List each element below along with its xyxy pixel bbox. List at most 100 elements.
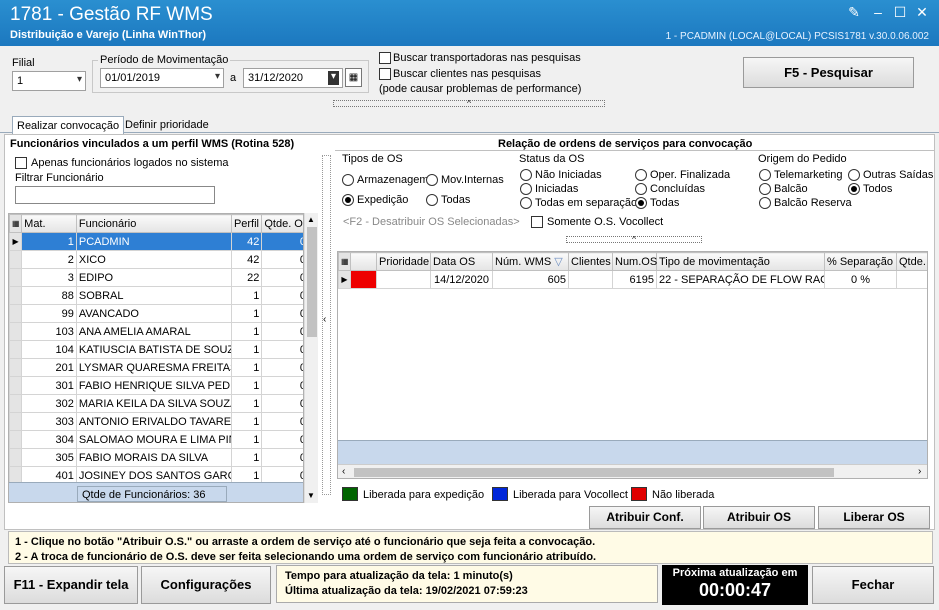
maximize-icon[interactable]: ☐ bbox=[892, 5, 908, 19]
cell-mat: 1 bbox=[21, 232, 77, 251]
chevron-down-icon: ▾ bbox=[76, 74, 82, 85]
filial-select[interactable]: 1 ▾ bbox=[12, 71, 86, 91]
col-perfil[interactable]: Perfil bbox=[230, 214, 263, 233]
cell-mat: 104 bbox=[21, 340, 77, 359]
radio-telemarketing-label: Telemarketing bbox=[774, 169, 843, 181]
table-row[interactable]: 104KATIUSCIA BATISTA DE SOUZA10 bbox=[9, 340, 303, 359]
grid-footer: Qtde de Funcionários: 36 bbox=[9, 482, 303, 502]
chevron-left-icon[interactable]: ‹ bbox=[323, 314, 326, 325]
radio-nao-iniciadas[interactable] bbox=[520, 169, 532, 181]
atribuir-conf-button[interactable]: Atribuir Conf. bbox=[589, 506, 701, 529]
atribuir-os-button[interactable]: Atribuir OS bbox=[703, 506, 815, 529]
filtrar-input[interactable] bbox=[15, 186, 215, 204]
radio-oper-finalizada[interactable] bbox=[635, 169, 647, 181]
col-num-wms[interactable]: Núm. WMS ▽ bbox=[492, 252, 569, 271]
date-to-field[interactable]: 31/12/2020 ▾ bbox=[243, 68, 343, 88]
table-row[interactable]: 305FABIO MORAIS DA SILVA10 bbox=[9, 448, 303, 467]
table-row[interactable]: ▶1PCADMIN420 bbox=[9, 232, 303, 251]
radio-telemarketing[interactable] bbox=[759, 169, 771, 181]
status-color-cell bbox=[350, 270, 377, 289]
radio-todas-tipos[interactable] bbox=[426, 194, 438, 206]
vertical-splitter[interactable]: ‹ bbox=[322, 155, 331, 495]
radio-outras-saidas[interactable] bbox=[848, 169, 860, 181]
table-row[interactable]: 201LYSMAR QUARESMA FREITAS10 bbox=[9, 358, 303, 377]
search-button[interactable]: F5 - Pesquisar bbox=[743, 57, 914, 88]
col-qtde-os[interactable]: Qtde. bbox=[896, 252, 927, 271]
col-tipo-movimentacao[interactable]: Tipo de movimentação bbox=[656, 252, 825, 271]
os-hscroll-thumb[interactable] bbox=[354, 468, 834, 477]
radio-mov-internas-label: Mov.Internas bbox=[441, 174, 504, 186]
radio-todas-status[interactable] bbox=[635, 197, 647, 209]
col-funcionario[interactable]: Funcionário bbox=[75, 214, 232, 233]
col-mat[interactable]: Mat. bbox=[21, 214, 77, 233]
collapse-handle-right[interactable]: ^ bbox=[566, 236, 702, 244]
radio-expedicao[interactable] bbox=[342, 194, 354, 206]
cell-perfil: 1 bbox=[230, 448, 263, 467]
table-row[interactable]: 2XICO420 bbox=[9, 250, 303, 269]
collapse-handle[interactable]: ^ bbox=[333, 100, 605, 108]
expand-screen-button[interactable]: F11 - Expandir tela bbox=[4, 566, 138, 604]
row-indicator-icon bbox=[9, 376, 23, 395]
col-data-os[interactable]: Data OS bbox=[430, 252, 493, 271]
row-indicator-icon bbox=[9, 250, 23, 269]
radio-iniciadas-label: Iniciadas bbox=[535, 183, 579, 195]
col-separacao[interactable]: % Separação bbox=[824, 252, 897, 271]
qtde-funcionarios: Qtde de Funcionários: 36 bbox=[77, 486, 227, 502]
os-grid-footer bbox=[338, 440, 927, 464]
scroll-left-icon[interactable]: ‹ bbox=[342, 466, 345, 477]
transportadoras-checkbox[interactable] bbox=[379, 52, 391, 64]
radio-balcao-reserva[interactable] bbox=[759, 197, 771, 209]
table-row[interactable]: ▶ 14/12/2020 605 6195 22 - SEPARAÇÃO DE … bbox=[338, 270, 927, 289]
table-row[interactable]: 304SALOMAO MOURA E LIMA PINT10 bbox=[9, 430, 303, 449]
col-num-os[interactable]: Num.OS bbox=[612, 252, 657, 271]
session-info: 1 - PCADMIN (LOCAL@LOCAL) PCSIS1781 v.30… bbox=[665, 31, 929, 42]
table-row[interactable]: 88SOBRAL10 bbox=[9, 286, 303, 305]
radio-balcao[interactable] bbox=[759, 183, 771, 195]
logados-checkbox[interactable] bbox=[15, 157, 27, 169]
table-row[interactable]: 3EDIPO220 bbox=[9, 268, 303, 287]
radio-mov-internas[interactable] bbox=[426, 174, 438, 186]
table-row[interactable]: 99AVANCADO10 bbox=[9, 304, 303, 323]
next-refresh-label: Próxima atualização em bbox=[672, 567, 798, 579]
cell-funcionario: LYSMAR QUARESMA FREITAS bbox=[75, 358, 232, 377]
fechar-button[interactable]: Fechar bbox=[812, 566, 934, 604]
col-clientes[interactable]: Clientes bbox=[568, 252, 613, 271]
col-qtde[interactable]: Qtde. O bbox=[261, 214, 303, 233]
edit-icon[interactable]: ✎ bbox=[846, 5, 862, 19]
tab-definir-prioridade[interactable]: Definir prioridade bbox=[121, 116, 213, 134]
radio-iniciadas[interactable] bbox=[520, 183, 532, 195]
configuracoes-button[interactable]: Configurações bbox=[141, 566, 271, 604]
table-row[interactable]: 103ANA AMELIA AMARAL10 bbox=[9, 322, 303, 341]
filtrar-label: Filtrar Funcionário bbox=[15, 172, 104, 184]
table-row[interactable]: 301FABIO HENRIQUE SILVA PEDRI10 bbox=[9, 376, 303, 395]
tab-realizar-convocacao[interactable]: Realizar convocação bbox=[12, 116, 125, 134]
close-icon[interactable]: ✕ bbox=[914, 5, 930, 19]
vocollect-checkbox[interactable] bbox=[531, 216, 543, 228]
date-from-field[interactable]: 01/01/2019 ▾ bbox=[100, 68, 224, 88]
left-scroll-thumb[interactable] bbox=[307, 227, 317, 337]
col-prioridade[interactable]: Prioridade bbox=[376, 252, 431, 271]
cell-funcionario: FABIO HENRIQUE SILVA PEDRI bbox=[75, 376, 232, 395]
clientes-checkbox[interactable] bbox=[379, 68, 391, 80]
radio-nao-iniciadas-label: Não Iniciadas bbox=[535, 169, 602, 181]
info-box: 1 - Clique no botão "Atribuir O.S." ou a… bbox=[8, 531, 933, 564]
scroll-right-icon[interactable]: › bbox=[918, 466, 921, 477]
col-status-color[interactable] bbox=[350, 252, 377, 271]
filter-icon[interactable]: ▽ bbox=[554, 256, 562, 268]
os-hscrollbar[interactable]: ‹ › bbox=[338, 464, 927, 478]
radio-armazenagem[interactable] bbox=[342, 174, 354, 186]
table-row[interactable]: 303ANTONIO ERIVALDO TAVARES10 bbox=[9, 412, 303, 431]
table-row[interactable]: 302MARIA KEILA DA SILVA SOUZA10 bbox=[9, 394, 303, 413]
radio-concluidas[interactable] bbox=[635, 183, 647, 195]
cell-funcionario: PCADMIN bbox=[75, 232, 232, 251]
radio-todos-origem[interactable] bbox=[848, 183, 860, 195]
minimize-icon[interactable]: – bbox=[870, 5, 886, 19]
calendar-icon[interactable]: ▦ bbox=[345, 68, 362, 87]
scroll-down-icon[interactable]: ▼ bbox=[307, 491, 315, 500]
left-scrollbar[interactable]: ▲ ▼ bbox=[304, 213, 318, 503]
radio-todas-separacao[interactable] bbox=[520, 197, 532, 209]
scroll-up-icon[interactable]: ▲ bbox=[307, 215, 315, 224]
liberar-os-button[interactable]: Liberar OS bbox=[818, 506, 930, 529]
left-title: Funcionários vinculados a um perfil WMS … bbox=[10, 138, 295, 150]
cell-funcionario: MARIA KEILA DA SILVA SOUZA bbox=[75, 394, 232, 413]
